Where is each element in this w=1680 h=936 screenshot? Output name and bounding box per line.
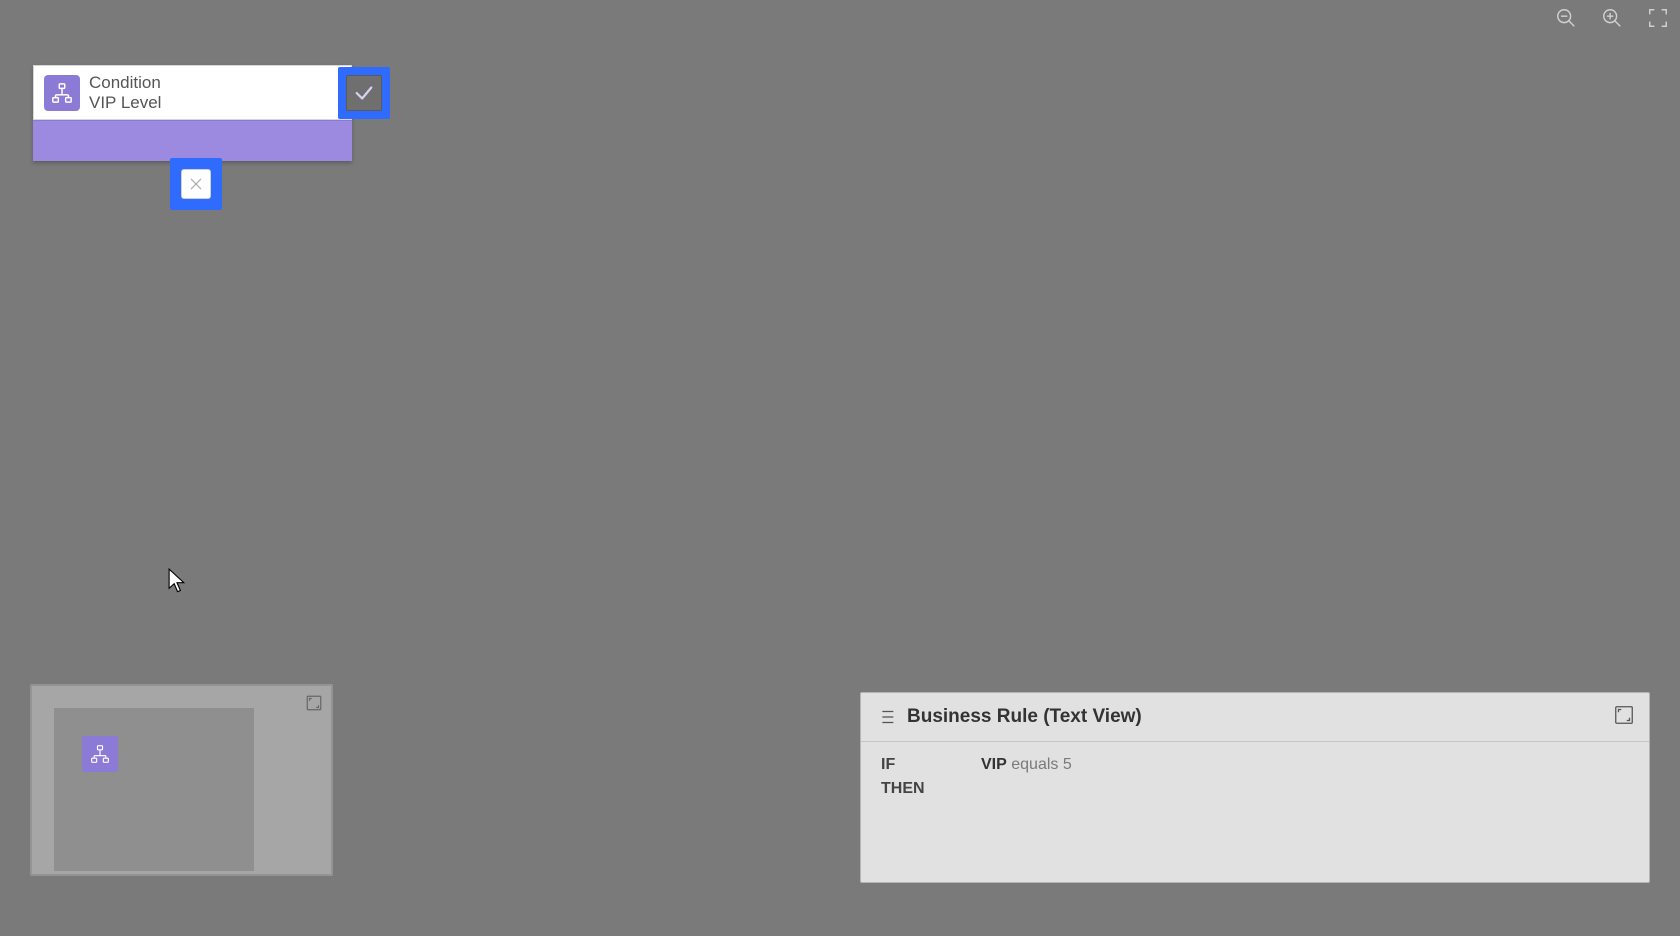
minimap-node-icon <box>82 736 118 772</box>
canvas-toolbar <box>1552 4 1672 32</box>
minimap-viewport[interactable] <box>54 708 254 871</box>
zoom-in-button[interactable] <box>1598 4 1626 32</box>
condition-node-body[interactable] <box>33 120 352 161</box>
zoom-in-icon <box>1601 7 1623 29</box>
condition-name: VIP Level <box>89 93 351 113</box>
condition-node-header[interactable]: Condition VIP Level <box>33 65 352 120</box>
close-icon <box>181 169 211 199</box>
if-row: IF VIP equals 5 <box>881 756 1629 774</box>
condition-node-text: Condition VIP Level <box>89 66 351 119</box>
no-branch-connector[interactable] <box>170 158 222 210</box>
text-view-title: Business Rule (Text View) <box>907 706 1142 728</box>
condition-type-label: Condition <box>89 73 351 93</box>
list-icon <box>875 706 897 728</box>
if-keyword: IF <box>881 756 981 774</box>
minimap-panel[interactable] <box>30 684 333 876</box>
expr-value: 5 <box>1063 756 1072 773</box>
condition-node-icon-wrap <box>34 66 89 119</box>
text-view-expand-button[interactable] <box>1613 704 1635 731</box>
then-row: THEN <box>881 780 1629 798</box>
mouse-cursor <box>168 568 186 592</box>
minimap-expand-button[interactable] <box>303 692 325 714</box>
text-view-header: Business Rule (Text View) <box>861 693 1649 742</box>
if-expression: VIP equals 5 <box>981 756 1072 774</box>
hierarchy-icon <box>90 744 110 764</box>
expr-field: VIP <box>981 756 1007 773</box>
expand-icon <box>305 694 323 712</box>
text-view-body: IF VIP equals 5 THEN <box>861 742 1649 818</box>
check-icon <box>346 75 382 111</box>
zoom-out-button[interactable] <box>1552 4 1580 32</box>
zoom-out-icon <box>1555 7 1577 29</box>
hierarchy-icon <box>44 75 80 111</box>
yes-branch-connector[interactable] <box>338 67 390 119</box>
fit-to-screen-button[interactable] <box>1644 4 1672 32</box>
then-keyword: THEN <box>881 780 981 798</box>
expr-operator: equals <box>1011 756 1058 773</box>
text-view-panel: Business Rule (Text View) IF VIP equals … <box>860 692 1650 883</box>
condition-node[interactable]: Condition VIP Level <box>33 65 352 161</box>
expand-icon <box>1613 704 1635 726</box>
fit-screen-icon <box>1647 7 1669 29</box>
